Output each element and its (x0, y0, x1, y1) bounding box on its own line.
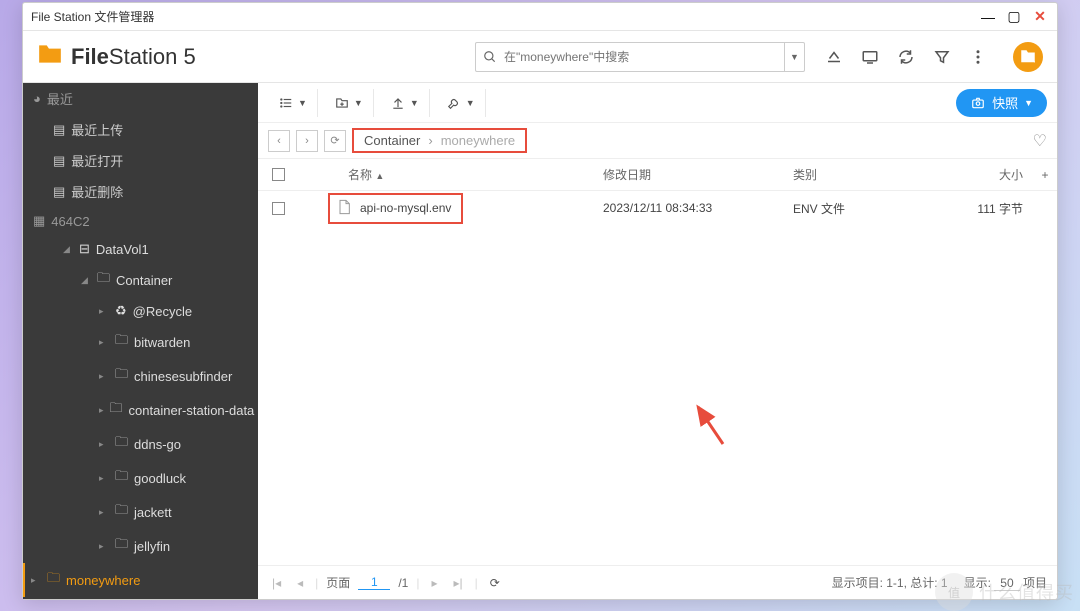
select-all-checkbox[interactable] (272, 168, 285, 181)
file-name: api-no-mysql.env (360, 201, 451, 215)
sidebar-folder-chinesesubfinder[interactable]: ▸🗀chinesesubfinder (23, 359, 258, 393)
page-prev-button[interactable]: ◂ (293, 576, 307, 590)
refresh-icon[interactable] (895, 46, 917, 68)
page-refresh-button[interactable]: ⟳ (486, 576, 504, 590)
main-panel: ▼ ▼ ▼ ▼ 快照▼ ‹ › ⟳ Container › moneywhere… (258, 83, 1057, 599)
col-type[interactable]: 类别 (793, 166, 953, 183)
search-box[interactable]: ▼ (475, 42, 805, 72)
sidebar-folder-container-station-data[interactable]: ▸🗀container-station-data (23, 393, 258, 427)
app-body: ◕最近 ▤最近上传 ▤最近打开 ▤最近删除 ▦464C2 ◢⊟DataVol1 … (23, 83, 1057, 599)
app-logo: FileStation 5 (37, 43, 196, 70)
table-row[interactable]: api-no-mysql.env 2023/12/11 08:34:33 ENV… (258, 191, 1057, 225)
column-headers: 名称 ▲ 修改日期 类别 大小 + (258, 159, 1057, 191)
nav-refresh-button[interactable]: ⟳ (324, 130, 346, 152)
header-actions (823, 42, 1043, 72)
view-mode-button[interactable]: ▼ (268, 89, 318, 117)
sidebar-folder-jellyfin[interactable]: ▸🗀jellyfin (23, 529, 258, 563)
tasks-icon[interactable] (823, 46, 845, 68)
page-input[interactable] (358, 575, 390, 590)
page-label: 页面 (326, 574, 350, 591)
sidebar-folder-nas[interactable]: ▸🗀nas (23, 597, 258, 599)
page-next-button[interactable]: ▸ (427, 576, 441, 590)
sidebar-volume-group[interactable]: ▦464C2 (23, 207, 258, 235)
breadcrumb-current: moneywhere (441, 133, 515, 148)
window-controls: — ▢ ✕ (979, 8, 1049, 26)
page-last-button[interactable]: ▸| (449, 576, 466, 590)
pager: |◂ ◂ | 页面 /1 | ▸ ▸| | ⟳ 显示项目: 1-1, 总计: 1… (258, 565, 1057, 599)
upload-button[interactable]: ▼ (380, 89, 430, 117)
row-checkbox[interactable] (272, 202, 285, 215)
app-window: File Station 文件管理器 — ▢ ✕ FileStation 5 ▼ (22, 2, 1058, 600)
file-date: 2023/12/11 08:34:33 (603, 201, 793, 215)
avatar[interactable] (1013, 42, 1043, 72)
sidebar-volume[interactable]: ◢⊟DataVol1 (23, 235, 258, 263)
file-size: 111 字节 (953, 200, 1033, 217)
sidebar-folder-bitwarden[interactable]: ▸🗀bitwarden (23, 325, 258, 359)
sidebar-recent-delete[interactable]: ▤最近删除 (23, 176, 258, 207)
sidebar-folder-moneywhere[interactable]: ▸🗀moneywhere (23, 563, 258, 597)
sidebar-folder-goodluck[interactable]: ▸🗀goodluck (23, 461, 258, 495)
maximize-button[interactable]: ▢ (1005, 8, 1023, 26)
snapshot-button[interactable]: 快照▼ (956, 89, 1047, 117)
sidebar-folder-ddns-go[interactable]: ▸🗀ddns-go (23, 427, 258, 461)
col-name[interactable]: 名称 ▲ (298, 166, 603, 183)
app-name: FileStation 5 (71, 44, 196, 70)
nav-back-button[interactable]: ‹ (268, 130, 290, 152)
pager-status: 显示项目: 1-1, 总计: 1 (832, 574, 948, 591)
sidebar-recent-upload[interactable]: ▤最近上传 (23, 114, 258, 145)
create-button[interactable]: ▼ (324, 89, 374, 117)
page-first-button[interactable]: |◂ (268, 576, 285, 590)
toolbar: ▼ ▼ ▼ ▼ 快照▼ (258, 83, 1057, 123)
app-header: FileStation 5 ▼ (23, 31, 1057, 83)
tools-button[interactable]: ▼ (436, 89, 486, 117)
folder-icon (37, 43, 63, 70)
more-icon[interactable] (967, 46, 989, 68)
breadcrumb-bar: ‹ › ⟳ Container › moneywhere ♡ (258, 123, 1057, 159)
titlebar: File Station 文件管理器 — ▢ ✕ (23, 3, 1057, 31)
chevron-right-icon: › (428, 133, 432, 148)
close-button[interactable]: ✕ (1031, 8, 1049, 26)
breadcrumb: Container › moneywhere (352, 128, 527, 153)
page-size-select[interactable]: 50 (994, 576, 1019, 591)
remote-icon[interactable] (859, 46, 881, 68)
minimize-button[interactable]: — (979, 8, 997, 26)
file-type: ENV 文件 (793, 200, 953, 217)
sidebar-recent-open[interactable]: ▤最近打开 (23, 145, 258, 176)
add-column-button[interactable]: + (1033, 168, 1057, 182)
window-title: File Station 文件管理器 (31, 8, 979, 25)
search-input[interactable] (504, 50, 784, 64)
breadcrumb-parent[interactable]: Container (364, 133, 420, 148)
annotation-arrow (688, 399, 728, 449)
col-size[interactable]: 大小 (953, 166, 1033, 183)
search-icon (476, 50, 504, 64)
nav-forward-button[interactable]: › (296, 130, 318, 152)
file-icon (336, 198, 352, 219)
sidebar-container[interactable]: ◢🗀Container (23, 263, 258, 297)
col-date[interactable]: 修改日期 (603, 166, 793, 183)
sidebar-recent-header[interactable]: ◕最近 (23, 83, 258, 114)
filter-icon[interactable] (931, 46, 953, 68)
file-list: api-no-mysql.env 2023/12/11 08:34:33 ENV… (258, 191, 1057, 565)
search-dropdown[interactable]: ▼ (784, 43, 804, 71)
sidebar: ◕最近 ▤最近上传 ▤最近打开 ▤最近删除 ▦464C2 ◢⊟DataVol1 … (23, 83, 258, 599)
favorite-button[interactable]: ♡ (1033, 131, 1047, 151)
sidebar-folder-jackett[interactable]: ▸🗀jackett (23, 495, 258, 529)
page-total: /1 (398, 576, 408, 590)
sidebar-folder-recycle[interactable]: ▸♻@Recycle (23, 297, 258, 325)
